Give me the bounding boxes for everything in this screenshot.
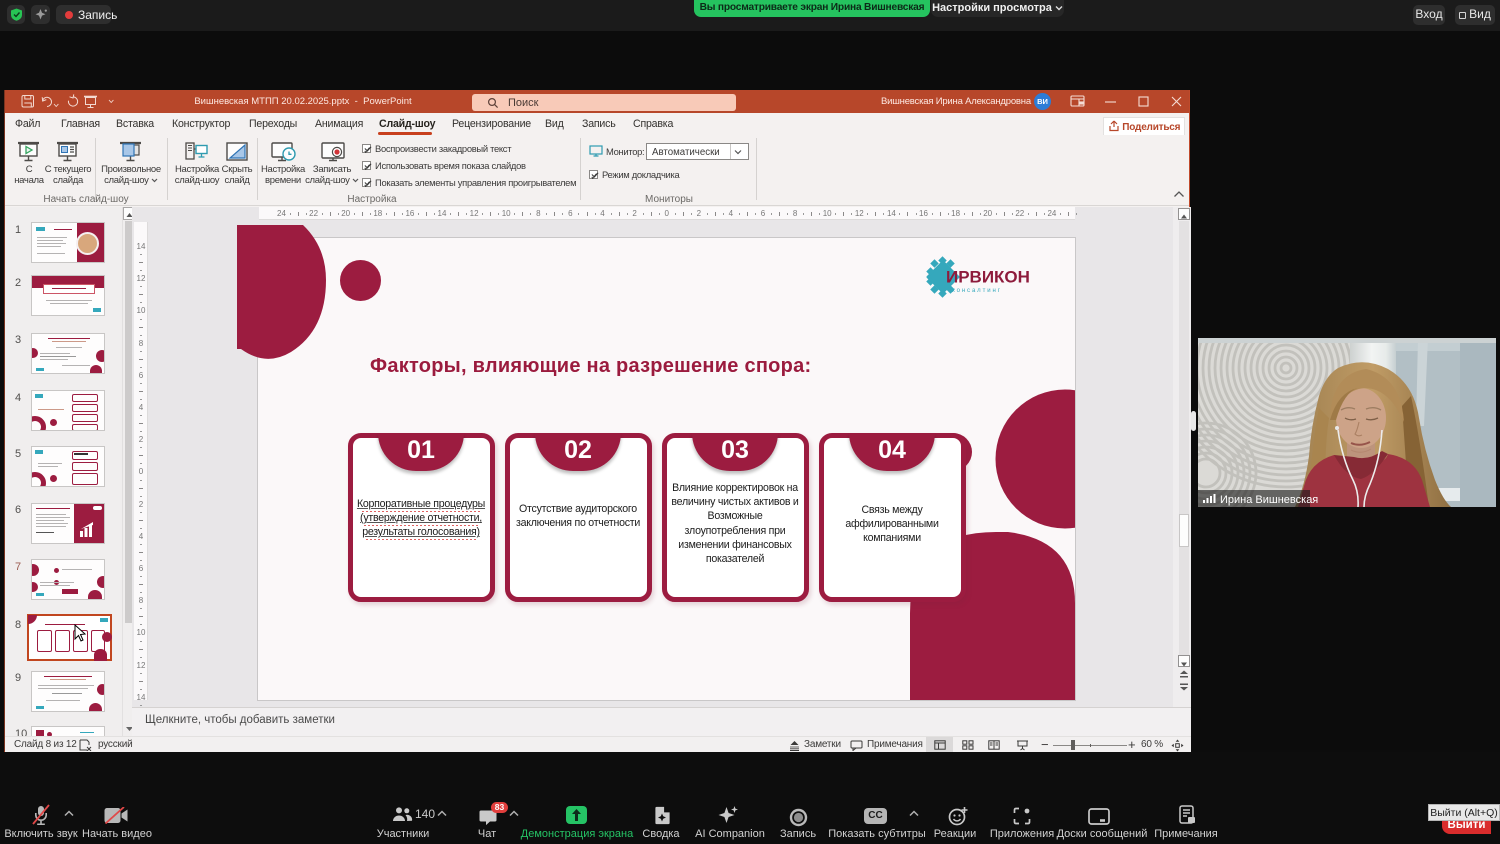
svg-text:Ирина Вишневская: Ирина Вишневская: [1220, 494, 1318, 506]
svg-text:ИРВИКОН: ИРВИКОН: [946, 268, 1030, 287]
svg-text:консалтинг: консалтинг: [952, 288, 1002, 294]
